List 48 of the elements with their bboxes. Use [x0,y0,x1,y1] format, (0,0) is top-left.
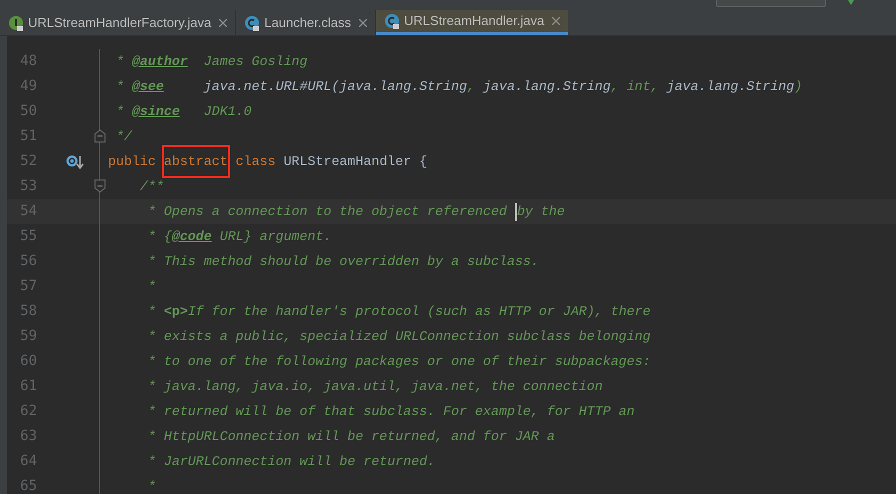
code-line: public abstract class URLStreamHandler { [108,146,428,176]
line-number: 61 [20,377,37,396]
class-icon [244,14,260,30]
close-icon[interactable] [552,17,560,25]
line-number: 62 [20,402,37,421]
code-line: * exists a public, specialized URLConnection subclass belonging [146,328,651,346]
editor-tab[interactable]: Launcher.class [236,10,376,35]
line-number: 59 [20,327,37,346]
line-number: 65 [20,477,37,494]
code-line: * {@code URL} argument. [146,228,332,246]
code-line: * <p>If for the handler's protocol (such as HTTP or JAR), there [146,302,651,321]
class-icon [384,13,400,29]
code-line: * @author James Gosling [114,52,308,71]
code-line: * to one of the following packages or one of their subpackages: [146,352,651,371]
code-line: * [146,278,156,296]
line-number: 53 [20,177,37,196]
line-number: 48 [20,52,37,71]
editor-tab[interactable]: URLStreamHandlerFactory.java [0,10,236,35]
code-line: * returned will be of that subclass. For example, for HTTP an [146,402,635,421]
fold-icon[interactable] [94,129,106,143]
line-number: 50 [20,102,37,121]
line-number: 57 [20,277,37,296]
line-number: 58 [20,302,37,321]
interface-icon [8,14,24,30]
code-line: * HttpURLConnection will be returned, and for JAR a [146,428,555,446]
line-number: 52 [20,152,37,171]
code-line: * Opens a connection to the object referenced by the [146,202,565,222]
code-line: /** [138,178,164,196]
code-line: * @see java.net.URL#URL(java.lang.String, java.lang.String, int, java.lang.String) [114,78,802,96]
fold-icon[interactable] [94,179,106,193]
code-line: * [146,478,156,494]
line-number: 63 [20,427,37,446]
line-number: 51 [20,127,37,146]
overridden-method-icon[interactable] [66,154,84,170]
line-number: 49 [20,77,37,96]
code-line: */ [114,128,132,146]
run-icon[interactable] [846,0,856,5]
line-number: 56 [20,252,37,271]
code-line: * java.lang, java.io, java.util, java.net, the connection [146,378,603,396]
code-line: * This method should be overridden by a subclass. [146,252,539,271]
line-number: 60 [20,352,37,371]
editor-tab[interactable]: URLStreamHandler.java [376,10,568,35]
line-number: 64 [20,452,37,471]
close-icon[interactable] [359,18,368,26]
code-line: * @since JDK1.0 [114,102,252,121]
line-number: 55 [20,227,37,246]
close-icon[interactable] [219,18,228,26]
code-line: * JarURLConnection will be returned. [146,452,436,471]
